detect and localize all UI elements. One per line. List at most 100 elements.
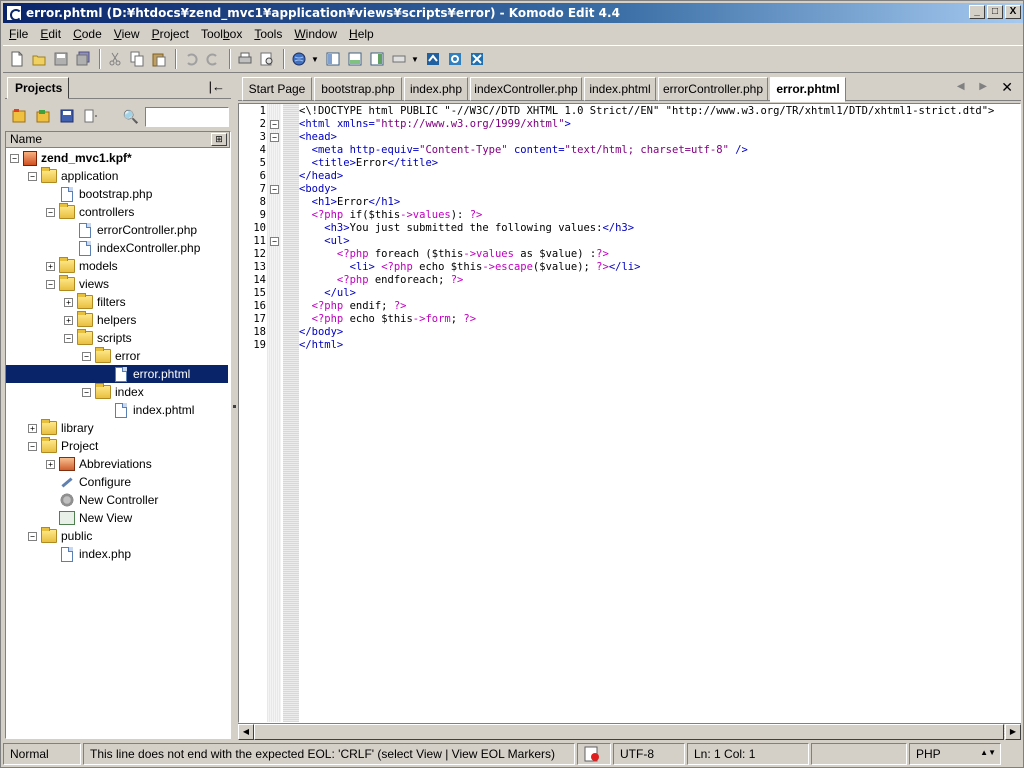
pane-bottom-button[interactable] bbox=[345, 49, 365, 69]
code-line[interactable]: <head> bbox=[299, 131, 337, 144]
minimize-button[interactable]: _ bbox=[969, 5, 985, 19]
code-line[interactable]: <meta http-equiv="Content-Type" content=… bbox=[299, 144, 748, 157]
komodo-help-button[interactable] bbox=[445, 49, 465, 69]
tab-error-phtml[interactable]: error.phtml bbox=[770, 77, 846, 102]
tree-item[interactable]: error.phtml bbox=[6, 365, 228, 383]
browser-dropdown-arrow[interactable]: ▼ bbox=[311, 55, 319, 64]
fold-toggle-icon[interactable]: − bbox=[270, 120, 279, 129]
code-line[interactable]: </html> bbox=[299, 339, 343, 352]
save-project-button[interactable] bbox=[57, 106, 77, 126]
tree-item[interactable]: + models bbox=[46, 257, 118, 275]
tree-item[interactable]: − zend_mvc1.kpf* bbox=[10, 149, 132, 167]
collapse-icon[interactable]: − bbox=[64, 333, 73, 343]
tab-index-phtml[interactable]: index.phtml bbox=[584, 77, 656, 101]
tree-item[interactable]: indexController.php bbox=[64, 239, 200, 257]
scroll-right-icon[interactable]: ▶ bbox=[1005, 724, 1021, 740]
collapse-pane-icon[interactable]: |← bbox=[209, 79, 225, 94]
komodo-app-icon[interactable] bbox=[6, 5, 22, 21]
title-bar[interactable]: error.phtml (D:¥htdocs¥zend_mvc1¥applica… bbox=[3, 3, 1023, 23]
menu-edit[interactable]: Edit bbox=[34, 27, 67, 41]
tree-item[interactable]: + helpers bbox=[64, 311, 136, 329]
tree-item[interactable]: New View bbox=[46, 509, 132, 527]
copy-button[interactable] bbox=[127, 49, 147, 69]
menu-tools[interactable]: Tools bbox=[248, 27, 288, 41]
preview-button[interactable] bbox=[257, 49, 277, 69]
menu-project[interactable]: Project bbox=[146, 27, 195, 41]
code-line[interactable]: <\!DOCTYPE html PUBLIC "-//W3C//DTD XHTM… bbox=[299, 105, 994, 118]
open-project-button[interactable] bbox=[33, 106, 53, 126]
browser-preview-button[interactable] bbox=[289, 49, 309, 69]
tree-item[interactable]: New Controller bbox=[46, 491, 158, 509]
close-tab-icon[interactable]: ✕ bbox=[1001, 79, 1013, 96]
code-line[interactable]: <html xmlns="http://www.w3.org/1999/xhtm… bbox=[299, 118, 571, 131]
collapse-icon[interactable]: − bbox=[28, 171, 37, 181]
new-project-button[interactable] bbox=[9, 106, 29, 126]
code-editor[interactable]: 1 2 3 4 5 6 7 8 9 10 11 12 13 14 15 16 17 18 19 <\!DOCTYPE… bbox=[238, 103, 1021, 723]
tree-item[interactable]: errorController.php bbox=[64, 221, 197, 239]
projects-search-input[interactable] bbox=[145, 107, 229, 127]
pane-left-button[interactable] bbox=[323, 49, 343, 69]
code-line[interactable]: <li> <?php echo $this->escape($value); ?… bbox=[299, 261, 641, 274]
scrollbar-thumb[interactable] bbox=[254, 724, 1004, 740]
tree-item[interactable]: index.phtml bbox=[100, 401, 194, 419]
menu-toolbox[interactable]: Toolbox bbox=[195, 27, 248, 41]
code-line[interactable]: <title>Error</title> bbox=[299, 157, 438, 170]
fold-toggle-icon[interactable]: − bbox=[270, 185, 279, 194]
tree-item[interactable]: − error bbox=[82, 347, 140, 365]
tree-item[interactable]: − Project bbox=[28, 437, 98, 455]
tree-item[interactable]: + Abbreviations bbox=[46, 455, 152, 473]
tab-projects[interactable]: Projects bbox=[7, 77, 69, 99]
collapse-icon[interactable]: − bbox=[82, 387, 91, 397]
print-button[interactable] bbox=[235, 49, 255, 69]
expand-icon[interactable]: + bbox=[64, 297, 73, 307]
tree-item[interactable]: Configure bbox=[46, 473, 131, 491]
tree-item[interactable]: − scripts bbox=[64, 329, 132, 347]
cut-button[interactable] bbox=[105, 49, 125, 69]
tab-scroll-arrows-icon[interactable]: ◀ ▶ bbox=[957, 81, 993, 92]
collapse-icon[interactable]: − bbox=[28, 531, 37, 541]
menu-help[interactable]: Help bbox=[343, 27, 380, 41]
code-line[interactable]: <h3>You just submitted the following val… bbox=[299, 222, 634, 235]
code-line[interactable]: <body> bbox=[299, 183, 337, 196]
tab-bootstrap-php[interactable]: bootstrap.php bbox=[314, 77, 402, 101]
language-dropdown-icon[interactable]: ▲▼ bbox=[980, 748, 996, 757]
menu-code[interactable]: Code bbox=[67, 27, 108, 41]
view-toggle-button[interactable] bbox=[389, 49, 409, 69]
komodo-tools-button[interactable] bbox=[467, 49, 487, 69]
tree-item[interactable]: − index bbox=[82, 383, 144, 401]
undo-button[interactable] bbox=[181, 49, 201, 69]
expand-icon[interactable]: + bbox=[46, 459, 55, 469]
status-language[interactable]: PHP ▲▼ bbox=[909, 743, 1001, 765]
scroll-left-icon[interactable]: ◀ bbox=[238, 724, 254, 740]
maximize-button[interactable]: □ bbox=[987, 5, 1003, 19]
collapse-icon[interactable]: − bbox=[82, 351, 91, 361]
tree-item[interactable]: − application bbox=[28, 167, 118, 185]
tree-item[interactable]: index.php bbox=[46, 545, 131, 563]
horizontal-scrollbar[interactable]: ◀ ▶ bbox=[238, 723, 1021, 740]
menu-file[interactable]: File bbox=[3, 27, 34, 41]
expand-icon[interactable]: + bbox=[46, 261, 55, 271]
collapse-icon[interactable]: − bbox=[46, 279, 55, 289]
code-line[interactable]: </head> bbox=[299, 170, 343, 183]
tree-item[interactable]: + library bbox=[28, 419, 94, 437]
status-check-icon[interactable] bbox=[577, 743, 611, 765]
column-picker-icon[interactable]: ⊞ bbox=[211, 133, 227, 146]
expand-icon[interactable]: + bbox=[28, 423, 37, 433]
view-dropdown-arrow[interactable]: ▼ bbox=[411, 55, 419, 64]
menu-window[interactable]: Window bbox=[288, 27, 343, 41]
tab-index-php[interactable]: index.php bbox=[404, 77, 468, 101]
komodo-community-button[interactable] bbox=[423, 49, 443, 69]
collapse-icon[interactable]: − bbox=[28, 441, 37, 451]
tab-errorcontroller-php[interactable]: errorController.php bbox=[658, 77, 768, 101]
code-line[interactable]: <h1>Error</h1> bbox=[299, 196, 401, 209]
tab-indexcontroller-php[interactable]: indexController.php bbox=[470, 77, 582, 101]
code-line[interactable]: </ul> bbox=[299, 287, 356, 300]
status-encoding[interactable]: UTF-8 bbox=[613, 743, 685, 765]
paste-button[interactable] bbox=[149, 49, 169, 69]
tree-item[interactable]: + filters bbox=[64, 293, 126, 311]
save-all-button[interactable] bbox=[73, 49, 93, 69]
code-line[interactable]: <?php endforeach; ?> bbox=[299, 274, 463, 287]
new-file-button[interactable] bbox=[7, 49, 27, 69]
code-line[interactable]: </body> bbox=[299, 326, 343, 339]
close-button[interactable]: X bbox=[1005, 5, 1021, 19]
